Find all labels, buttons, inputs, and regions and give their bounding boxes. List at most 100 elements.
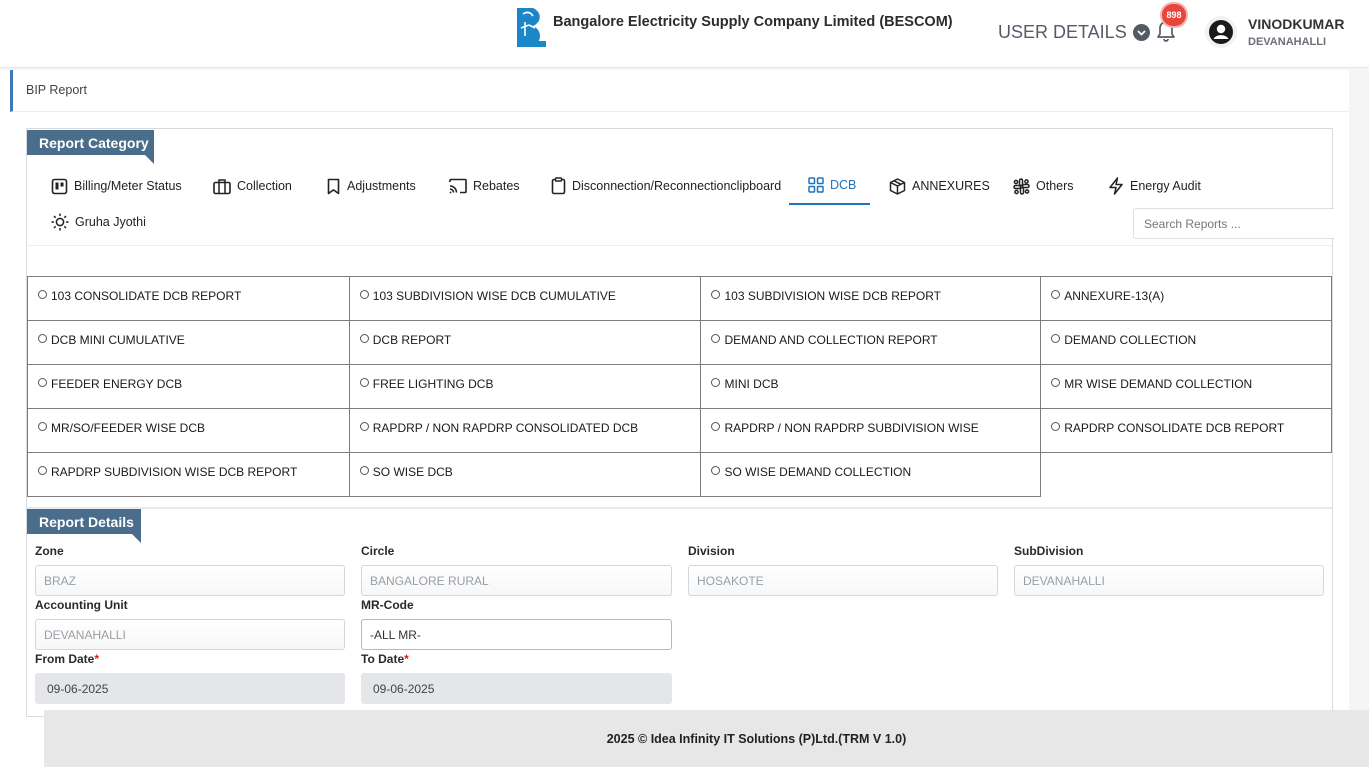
tab-rebates[interactable]: Rebates [449, 167, 520, 205]
report-option[interactable]: FREE LIGHTING DCB [348, 364, 702, 409]
radio-button[interactable] [711, 290, 721, 299]
radio-button[interactable] [711, 378, 721, 387]
subdivision-field[interactable]: DEVANAHALLI [1014, 565, 1324, 596]
report-option[interactable]: 103 CONSOLIDATE DCB REPORT [27, 276, 350, 321]
search-reports-input[interactable] [1133, 208, 1334, 239]
accounting-unit-label: Accounting Unit [35, 598, 128, 612]
mr-code-select[interactable]: -ALL MR- [361, 619, 672, 650]
briefcase-icon [213, 178, 231, 194]
report-option[interactable]: MR WISE DEMAND COLLECTION [1040, 364, 1332, 409]
radio-button[interactable] [359, 422, 369, 431]
report-details-heading: Report Details [27, 509, 141, 543]
report-option[interactable]: RAPDRP CONSOLIDATE DCB REPORT [1040, 408, 1332, 453]
company-name: Bangalore Electricity Supply Company Lim… [553, 14, 953, 30]
tab-others[interactable]: Others [1013, 167, 1074, 205]
radio-button[interactable] [711, 334, 721, 343]
radio-button[interactable] [359, 378, 369, 387]
tab-energy-audit[interactable]: Energy Audit [1108, 167, 1201, 205]
table-row: 103 CONSOLIDATE DCB REPORT 103 SUBDIVISI… [27, 276, 1332, 321]
radio-button[interactable] [38, 422, 47, 431]
tab-label: ANNEXURES [912, 179, 990, 193]
division-label: Division [688, 544, 735, 558]
footer-text: 2025 © Idea Infinity IT Solutions (P)Ltd… [606, 731, 907, 746]
subdivision-label: SubDivision [1014, 544, 1084, 558]
radio-button[interactable] [359, 290, 369, 299]
tab-billing-meter-status[interactable]: Billing/Meter Status [51, 167, 182, 205]
top-header: Bangalore Electricity Supply Company Lim… [0, 0, 1369, 68]
empty-cell [1040, 452, 1332, 497]
report-list-grid: 103 CONSOLIDATE DCB REPORT 103 SUBDIVISI… [27, 276, 1332, 497]
radio-button[interactable] [1051, 378, 1061, 387]
report-option[interactable]: DEMAND COLLECTION [1040, 320, 1332, 365]
circle-label: Circle [361, 544, 395, 558]
tab-adjustments[interactable]: Adjustments [326, 167, 416, 205]
report-option[interactable]: DCB MINI CUMULATIVE [27, 320, 350, 365]
circle-field[interactable]: BANGALORE RURAL [361, 565, 672, 596]
report-option[interactable]: RAPDRP SUBDIVISION WISE DCB REPORT [27, 452, 350, 497]
report-option[interactable]: DCB REPORT [348, 320, 702, 365]
tab-label: DCB [830, 178, 857, 192]
radio-button[interactable] [1051, 422, 1061, 431]
user-details-label: USER DETAILS [998, 22, 1127, 42]
clipboard-icon [551, 177, 566, 195]
tab-label: Gruha Jyothi [75, 215, 146, 229]
radio-button[interactable] [1051, 290, 1061, 299]
to-date-input[interactable]: 09-06-2025 [361, 673, 672, 704]
report-option[interactable]: MR/SO/FEEDER WISE DCB [27, 408, 350, 453]
radio-button[interactable] [1051, 334, 1061, 343]
sun-icon [51, 213, 69, 231]
table-row: DCB MINI CUMULATIVE DCB REPORT DEMAND AN… [27, 320, 1332, 365]
footer: 2025 © Idea Infinity IT Solutions (P)Ltd… [44, 710, 1369, 767]
page-title: BIP Report [26, 83, 87, 97]
report-option[interactable]: 103 SUBDIVISION WISE DCB CUMULATIVE [348, 276, 702, 321]
report-option[interactable]: ANNEXURE-13(A) [1040, 276, 1332, 321]
tab-label: Adjustments [347, 179, 416, 193]
radio-button[interactable] [38, 466, 47, 475]
tab-collection[interactable]: Collection [213, 167, 292, 205]
report-option[interactable]: 103 SUBDIVISION WISE DCB REPORT [700, 276, 1042, 321]
report-panel: Report Category Billing/Meter Status Col… [26, 128, 1334, 717]
zone-label: Zone [35, 544, 64, 558]
chevron-down-icon [1132, 24, 1150, 41]
to-date-label: To Date* [361, 652, 409, 666]
tab-label: Others [1036, 179, 1074, 193]
radio-button[interactable] [359, 334, 369, 343]
tab-disconnection-reconnection[interactable]: Disconnection/Reconnectionclipboard [551, 167, 781, 205]
slack-icon [1013, 177, 1030, 195]
billing-icon [51, 178, 68, 194]
radio-button[interactable] [38, 334, 47, 343]
report-option[interactable]: RAPDRP / NON RAPDRP CONSOLIDATED DCB [348, 408, 702, 453]
tab-dcb[interactable]: DCB [789, 167, 870, 205]
from-date-input[interactable]: 09-06-2025 [35, 673, 345, 704]
tab-annexures[interactable]: ANNEXURES [889, 167, 990, 205]
radio-button[interactable] [711, 466, 721, 475]
mr-code-label: MR-Code [361, 598, 414, 612]
table-row: FEEDER ENERGY DCB FREE LIGHTING DCB MINI… [27, 364, 1332, 409]
notification-badge: 898 [1162, 4, 1186, 26]
radio-button[interactable] [38, 290, 47, 299]
tab-label: Disconnection/Reconnectionclipboard [572, 179, 782, 193]
accounting-unit-field[interactable]: DEVANAHALLI [35, 619, 345, 650]
report-option[interactable]: SO WISE DEMAND COLLECTION [700, 452, 1042, 497]
report-option[interactable]: RAPDRP / NON RAPDRP SUBDIVISION WISE [700, 408, 1042, 453]
box-icon [889, 177, 906, 195]
radio-button[interactable] [359, 466, 369, 475]
report-option[interactable]: DEMAND AND COLLECTION REPORT [700, 320, 1042, 365]
tab-gruha-jyothi[interactable]: Gruha Jyothi [51, 203, 146, 241]
tab-label: Rebates [473, 179, 520, 193]
zone-field[interactable]: BRAZ [35, 565, 345, 596]
grid-icon [808, 177, 824, 193]
tab-label: Collection [237, 179, 292, 193]
report-option[interactable]: MINI DCB [700, 364, 1042, 409]
breadcrumb: BIP Report [10, 70, 1350, 112]
avatar[interactable] [1205, 16, 1237, 48]
report-option[interactable]: FEEDER ENERGY DCB [27, 364, 350, 409]
report-option[interactable]: SO WISE DCB [348, 452, 702, 497]
user-details-dropdown[interactable]: USER DETAILS [998, 22, 1150, 43]
radio-button[interactable] [38, 378, 47, 387]
cast-icon [449, 178, 467, 194]
radio-button[interactable] [711, 422, 721, 431]
user-name: VINODKUMAR [1248, 16, 1345, 32]
division-field[interactable]: HOSAKOTE [688, 565, 998, 596]
user-location: DEVANAHALLI [1248, 36, 1327, 48]
